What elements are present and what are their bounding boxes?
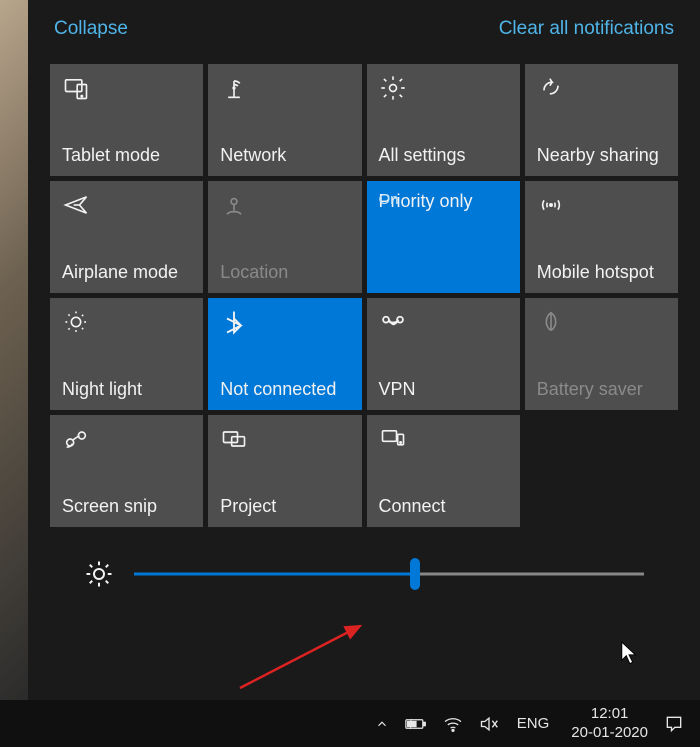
desktop-sliver <box>0 0 28 700</box>
screen-snip-icon <box>62 425 191 453</box>
tray-action-center-icon[interactable] <box>664 714 684 734</box>
tile-nearby-sharing[interactable]: Nearby sharing <box>525 64 678 176</box>
tablet-mode-icon <box>62 74 191 102</box>
brightness-slider[interactable] <box>134 560 644 588</box>
tray-clock[interactable]: 12:01 20-01-2020 <box>571 705 648 743</box>
tile-label: All settings <box>379 145 508 166</box>
taskbar: ENG 12:01 20-01-2020 <box>0 700 700 747</box>
tray-volume-muted-icon[interactable] <box>479 715 499 733</box>
top-links: Collapse Clear all notifications <box>50 18 678 40</box>
tile-connect[interactable]: Connect <box>367 415 520 527</box>
collapse-link[interactable]: Collapse <box>54 18 128 40</box>
tile-bluetooth[interactable]: Not connected <box>208 298 361 410</box>
tray-language[interactable]: ENG <box>517 715 550 732</box>
network-icon <box>220 74 349 102</box>
tile-mobile-hotspot[interactable]: Mobile hotspot <box>525 181 678 293</box>
project-icon <box>220 425 349 453</box>
tray-battery-icon[interactable] <box>405 717 427 731</box>
nearby-sharing-icon <box>537 74 666 102</box>
tray-wifi-icon[interactable] <box>443 716 463 732</box>
tile-label: Night light <box>62 379 191 400</box>
vpn-icon <box>379 308 508 336</box>
tile-label: Location <box>220 262 349 283</box>
tile-label: VPN <box>379 379 508 400</box>
slider-thumb[interactable] <box>410 558 420 590</box>
location-icon <box>220 191 349 219</box>
tile-airplane-mode[interactable]: Airplane mode <box>50 181 203 293</box>
tile-tablet-mode[interactable]: Tablet mode <box>50 64 203 176</box>
quick-actions-grid: Tablet mode Network All settings <box>50 64 678 527</box>
tile-vpn[interactable]: VPN <box>367 298 520 410</box>
gear-icon <box>379 74 508 102</box>
tile-label: Network <box>220 145 349 166</box>
tile-label: Airplane mode <box>62 262 191 283</box>
hotspot-icon <box>537 191 666 219</box>
bluetooth-icon <box>220 308 349 336</box>
tile-all-settings[interactable]: All settings <box>367 64 520 176</box>
battery-saver-icon <box>537 308 666 336</box>
tile-battery-saver[interactable]: Battery saver <box>525 298 678 410</box>
tile-status: On <box>379 191 399 208</box>
tile-focus-assist[interactable]: On Priority only <box>367 181 520 293</box>
tile-location[interactable]: Location <box>208 181 361 293</box>
tile-screen-snip[interactable]: Screen snip <box>50 415 203 527</box>
clear-all-link[interactable]: Clear all notifications <box>499 18 674 40</box>
tray-overflow-icon[interactable] <box>375 717 389 731</box>
tile-project[interactable]: Project <box>208 415 361 527</box>
slider-fill <box>134 573 415 576</box>
tile-label: Nearby sharing <box>537 145 666 166</box>
night-light-icon <box>62 308 191 336</box>
tile-label: Project <box>220 496 349 517</box>
tray-time: 12:01 <box>571 705 648 724</box>
brightness-icon <box>84 559 114 589</box>
tray-date: 20-01-2020 <box>571 724 648 743</box>
tile-label: Not connected <box>220 379 349 400</box>
tile-label: Tablet mode <box>62 145 191 166</box>
connect-icon <box>379 425 508 453</box>
tile-night-light[interactable]: Night light <box>50 298 203 410</box>
tile-label: Battery saver <box>537 379 666 400</box>
tile-network[interactable]: Network <box>208 64 361 176</box>
tile-label: Connect <box>379 496 508 517</box>
action-center-panel: Collapse Clear all notifications Tablet … <box>28 0 700 700</box>
airplane-icon <box>62 191 191 219</box>
brightness-row <box>50 559 678 589</box>
tile-label: Screen snip <box>62 496 191 517</box>
tile-label: Mobile hotspot <box>537 262 666 283</box>
